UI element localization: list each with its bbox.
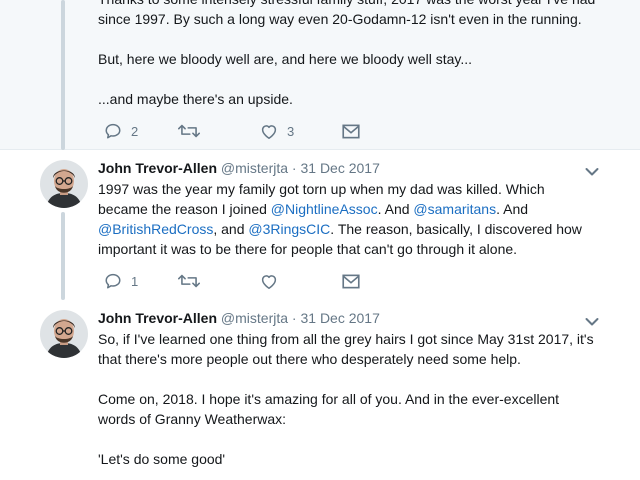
tweet-actions: 2 3 [98, 122, 398, 140]
like-count: 3 [287, 123, 295, 139]
avatar[interactable] [40, 160, 88, 208]
mention-link[interactable]: @NightlineAssoc [271, 201, 378, 217]
tweet-actions: 1 [98, 272, 398, 290]
reply-button[interactable]: 2 [104, 122, 138, 140]
tweet-text: So, if I've learned one thing from all t… [98, 329, 598, 469]
envelope-icon [342, 124, 360, 139]
tweet-text: Thanks to some intensely stressful famil… [98, 0, 598, 109]
heart-icon [260, 273, 278, 290]
tweet-paragraph: But, here we bloody well are, and here w… [98, 51, 473, 67]
dm-button[interactable] [342, 272, 360, 290]
reply-button[interactable]: 1 [104, 272, 138, 290]
envelope-icon [342, 274, 360, 289]
like-button[interactable]: 3 [260, 122, 294, 140]
author-name[interactable]: John Trevor-Allen [98, 160, 217, 176]
tweet-previous[interactable]: Thanks to some intensely stressful famil… [0, 0, 640, 150]
thread-line [61, 0, 65, 150]
mention-link[interactable]: @BritishRedCross [98, 221, 213, 237]
retweet-icon [178, 272, 200, 290]
reply-count: 1 [131, 273, 139, 289]
retweet-button[interactable] [178, 122, 200, 140]
thread-line [61, 212, 65, 300]
tweet-paragraph: 1997 was the year my family got torn up … [98, 181, 582, 257]
avatar[interactable] [40, 310, 88, 358]
like-button[interactable] [260, 272, 278, 290]
tweet-paragraph: Come on, 2018. I hope it's amazing for a… [98, 391, 560, 427]
tweet[interactable]: John Trevor-Allen @misterjta · 31 Dec 20… [0, 300, 640, 480]
header-separator: · [291, 310, 297, 326]
dm-button[interactable] [342, 122, 360, 140]
tweet-header: John Trevor-Allen @misterjta · 31 Dec 20… [98, 309, 380, 327]
author-handle[interactable]: @misterjta [221, 160, 288, 176]
tweet-date[interactable]: 31 Dec 2017 [300, 310, 379, 326]
tweet-text: 1997 was the year my family got torn up … [98, 179, 598, 259]
retweet-button[interactable] [178, 272, 200, 290]
tweet[interactable]: John Trevor-Allen @misterjta · 31 Dec 20… [0, 150, 640, 300]
tweet-paragraph: Thanks to some intensely stressful famil… [98, 0, 595, 27]
more-options-button[interactable] [585, 164, 599, 176]
tweet-paragraph: 'Let's do some good' [98, 451, 226, 467]
tweet-paragraph: So, if I've learned one thing from all t… [98, 331, 594, 367]
reply-count: 2 [131, 123, 139, 139]
tweet-paragraph: ...and maybe there's an upside. [98, 91, 293, 107]
mention-link[interactable]: @3RingsCIC [248, 221, 330, 237]
retweet-icon [178, 122, 200, 140]
mention-link[interactable]: @samaritans [413, 201, 496, 217]
author-handle[interactable]: @misterjta [221, 310, 288, 326]
tweet-date[interactable]: 31 Dec 2017 [300, 160, 379, 176]
heart-icon [260, 123, 278, 140]
more-options-button[interactable] [585, 314, 599, 326]
reply-icon [104, 272, 122, 290]
reply-icon [104, 122, 122, 140]
tweet-header: John Trevor-Allen @misterjta · 31 Dec 20… [98, 159, 380, 177]
header-separator: · [291, 160, 297, 176]
author-name[interactable]: John Trevor-Allen [98, 310, 217, 326]
